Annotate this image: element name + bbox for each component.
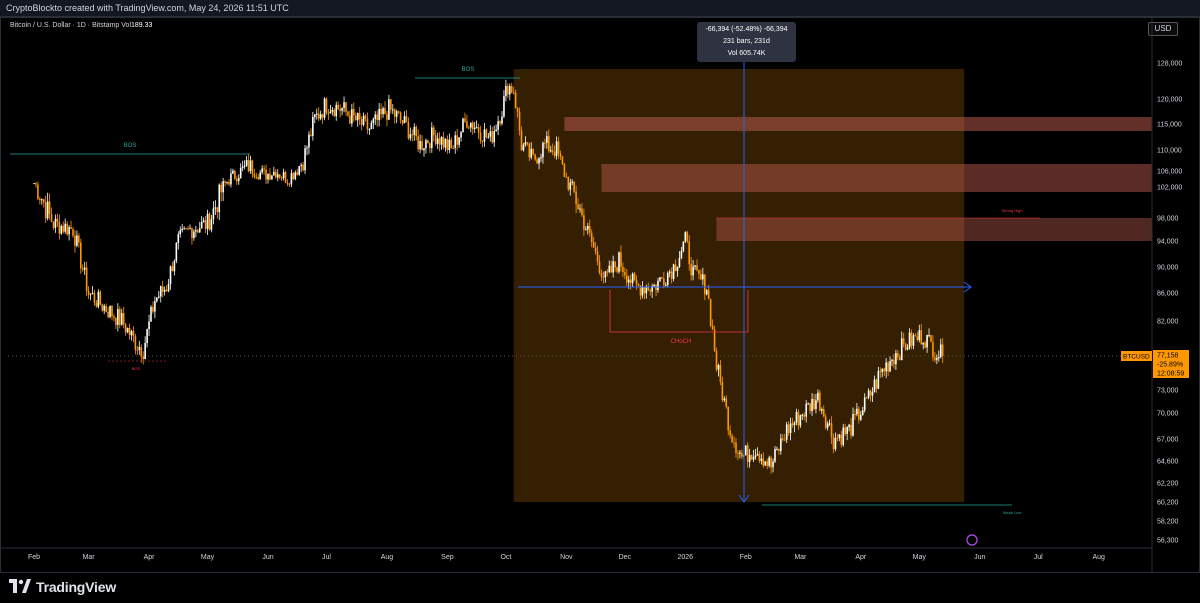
measure-bars: 231 bars, 231d	[723, 38, 770, 45]
credit-text: CryptoBlockto created with TradingView.c…	[6, 3, 289, 13]
volume-value: 189.33	[131, 22, 153, 29]
brand-name: TradingView	[36, 579, 117, 595]
footer: TradingView	[0, 573, 1200, 603]
chart-frame[interactable]	[0, 17, 1200, 573]
symbol-legend[interactable]: Bitcoin / U.S. Dollar · 1D · Bitstamp Vo…	[10, 22, 152, 29]
brand[interactable]: TradingView	[9, 577, 116, 597]
measure-volume: Vol 605.74K	[727, 50, 766, 57]
measure-tooltip: -66,394 (-52.48%) -66,394 231 bars, 231d…	[697, 22, 796, 62]
measure-change: -66,394 (-52.48%) -66,394	[705, 26, 788, 33]
volume-label: Vol	[121, 22, 131, 29]
currency-button[interactable]: USD	[1148, 22, 1178, 36]
tradingview-logo-icon	[9, 578, 31, 596]
symbol-name: Bitcoin / U.S. Dollar · 1D · Bitstamp	[10, 22, 120, 29]
credit-bar: CryptoBlockto created with TradingView.c…	[0, 0, 1200, 17]
